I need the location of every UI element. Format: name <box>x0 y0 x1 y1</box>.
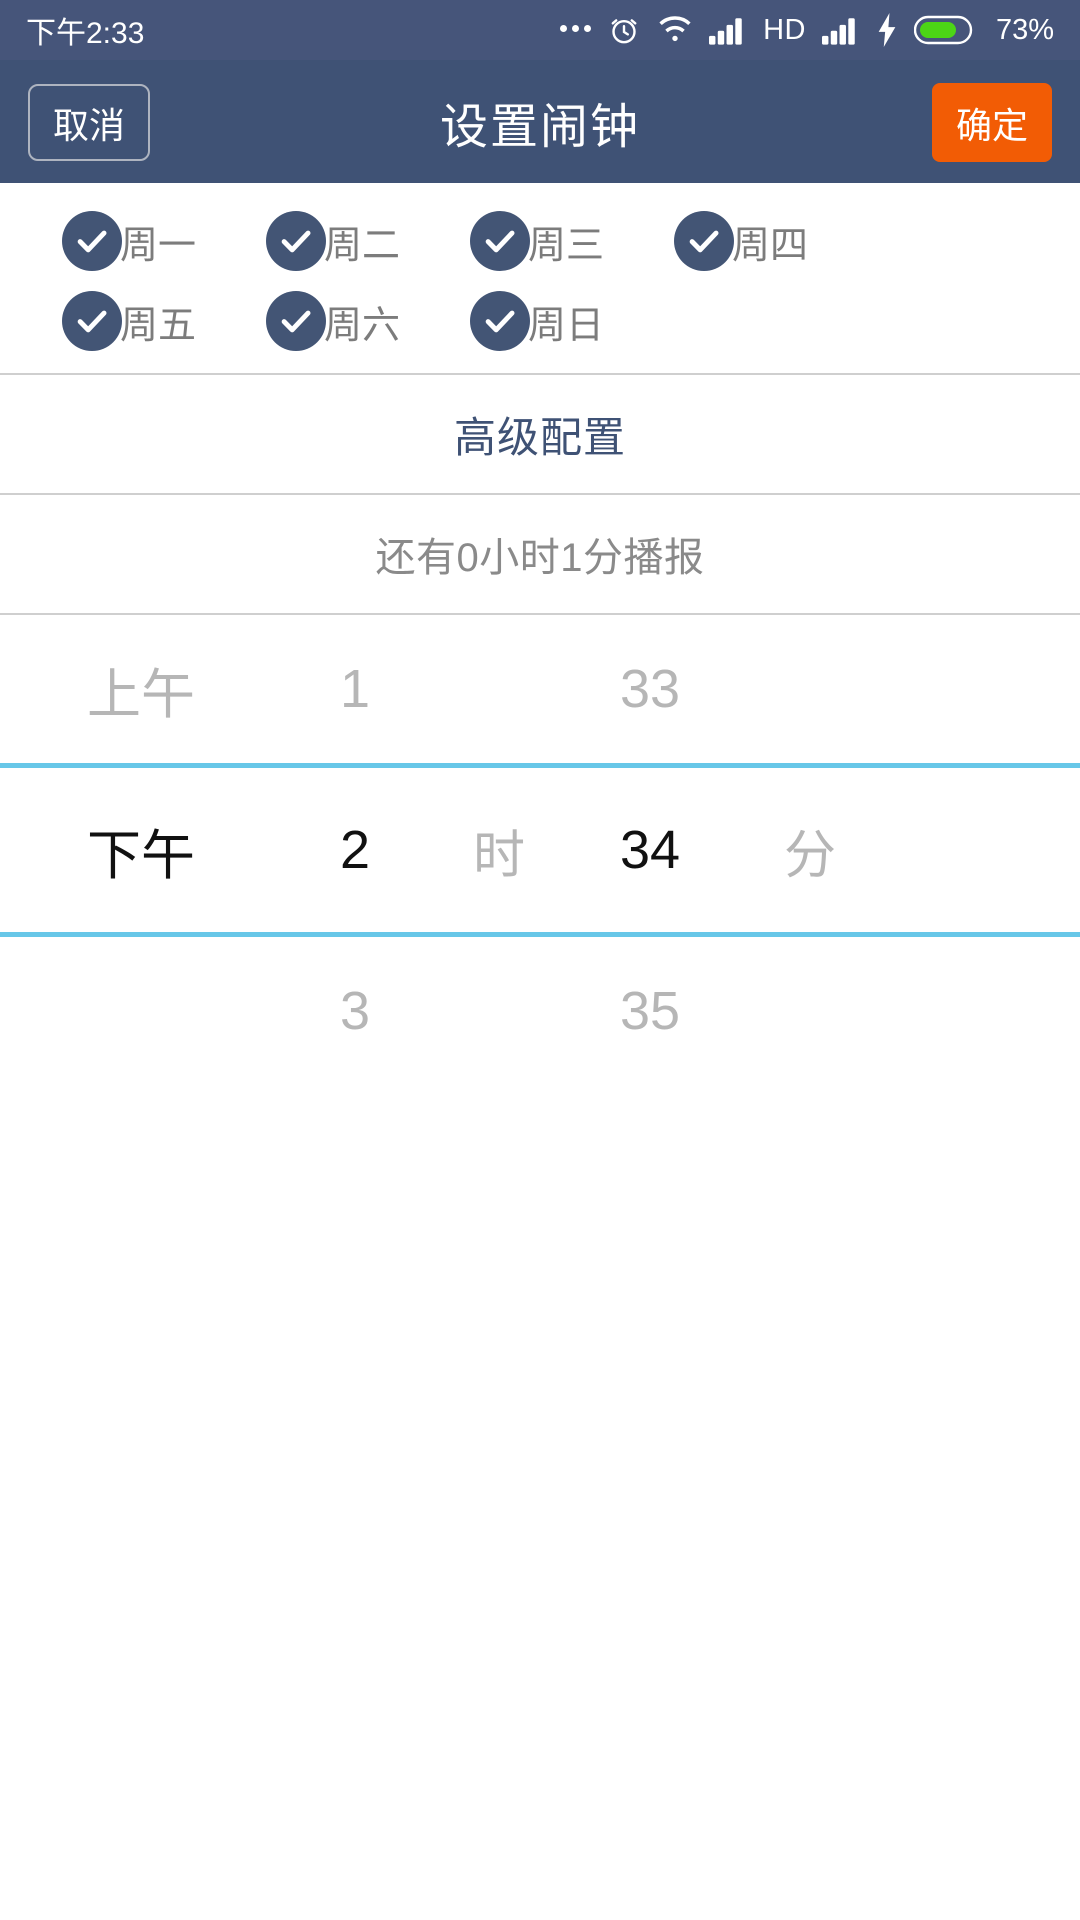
check-icon <box>62 291 122 351</box>
check-icon <box>470 211 530 271</box>
check-icon <box>266 291 326 351</box>
weekday-label: 周二 <box>324 224 401 267</box>
weekday-row-1: 周一 周二 周三 周四 <box>0 211 1080 271</box>
signal-bars-icon <box>709 15 747 45</box>
weekday-item-friday[interactable]: 周五 <box>62 291 266 351</box>
weekday-label: 周日 <box>528 304 605 347</box>
weekday-item-wednesday[interactable]: 周三 <box>470 211 674 271</box>
weekday-label: 周一 <box>120 224 197 267</box>
picker-row-above[interactable]: 上午 1 33 <box>0 615 1080 763</box>
picker-minute-unit-value: 分 <box>783 826 836 885</box>
weekday-item-thursday[interactable]: 周四 <box>674 211 878 271</box>
time-picker[interactable]: 上午 1 33 下午 2 时 34 分 3 35 <box>0 615 1080 1119</box>
confirm-button[interactable]: 确定 <box>932 83 1052 162</box>
status-bar-icons: HD 73% <box>560 13 1054 47</box>
picker-hour-unit-selected: 时 <box>428 813 570 888</box>
status-bar-clock: 下午2:33 <box>26 17 145 50</box>
check-icon <box>674 211 734 271</box>
picker-minute-selected[interactable]: 34 <box>570 819 730 881</box>
weekday-label: 周四 <box>732 224 809 267</box>
empty-content-area <box>0 1119 1080 1920</box>
weekday-label: 周六 <box>324 304 401 347</box>
hd-icon: HD <box>763 13 806 46</box>
battery-percent-label: 73% <box>995 13 1054 46</box>
weekday-item-sunday[interactable]: 周日 <box>470 291 674 351</box>
status-bar: 下午2:33 HD 73% <box>0 0 1080 60</box>
app-screen: 下午2:33 HD 73% 取消 设置闹钟 确定 周一 周二 周三 周四 周五 … <box>0 0 1080 1920</box>
battery-icon <box>913 14 976 46</box>
weekday-label: 周五 <box>120 304 197 347</box>
picker-hour-below[interactable]: 3 <box>282 980 428 1042</box>
picker-minute-value: 33 <box>619 659 681 719</box>
picker-ampm-above[interactable]: 上午 <box>0 650 282 729</box>
countdown-label: 还有0小时1分播报 <box>375 536 705 580</box>
weekday-item-saturday[interactable]: 周六 <box>266 291 470 351</box>
page-title: 设置闹钟 <box>439 100 640 154</box>
weekday-selector: 周一 周二 周三 周四 周五 周六 周日 <box>0 183 1080 373</box>
picker-minute-value: 34 <box>619 820 681 880</box>
picker-ampm-value: 下午 <box>87 825 195 886</box>
alarm-clock-icon <box>607 13 641 47</box>
weekday-row-2: 周五 周六 周日 <box>0 291 1080 351</box>
signal-bars-icon-2 <box>821 15 860 45</box>
weekday-item-tuesday[interactable]: 周二 <box>266 211 470 271</box>
picker-row-below[interactable]: 3 35 <box>0 937 1080 1085</box>
charging-bolt-icon <box>876 13 898 47</box>
countdown-row: 还有0小时1分播报 <box>0 495 1080 613</box>
picker-hour-above[interactable]: 1 <box>282 658 428 720</box>
picker-ampm-selected[interactable]: 下午 <box>0 811 282 890</box>
weekday-item-monday[interactable]: 周一 <box>62 211 266 271</box>
check-icon <box>470 291 530 351</box>
advanced-config-link[interactable]: 高级配置 <box>454 404 626 465</box>
picker-row-selected[interactable]: 下午 2 时 34 分 <box>0 768 1080 932</box>
check-icon <box>62 211 122 271</box>
picker-minute-above[interactable]: 33 <box>570 658 730 720</box>
cancel-button[interactable]: 取消 <box>28 84 150 161</box>
nav-bar: 取消 设置闹钟 确定 <box>0 60 1080 183</box>
picker-hour-value: 1 <box>339 659 371 719</box>
advanced-config-row[interactable]: 高级配置 <box>0 375 1080 493</box>
picker-minute-unit-selected: 分 <box>730 813 890 888</box>
wifi-icon <box>657 15 693 45</box>
picker-ampm-value: 上午 <box>87 664 195 725</box>
more-dots-icon <box>560 25 592 35</box>
check-icon <box>266 211 326 271</box>
picker-minute-value: 35 <box>619 981 681 1041</box>
weekday-label: 周三 <box>528 224 605 267</box>
picker-hour-selected[interactable]: 2 <box>282 819 428 881</box>
picker-hour-unit-value: 时 <box>472 826 525 885</box>
picker-hour-value: 3 <box>339 981 371 1041</box>
picker-hour-value: 2 <box>339 820 371 880</box>
picker-minute-below[interactable]: 35 <box>570 980 730 1042</box>
